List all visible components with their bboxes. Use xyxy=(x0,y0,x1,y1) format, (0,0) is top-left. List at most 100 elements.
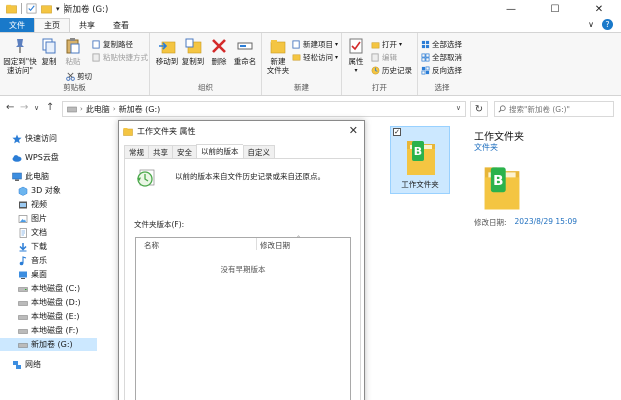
select-all-button[interactable]: 全部选择 xyxy=(421,39,462,50)
paste-label: 粘贴 xyxy=(65,57,81,66)
dialog-tab-security[interactable]: 安全 xyxy=(172,145,196,159)
rename-label: 重命名 xyxy=(233,57,257,66)
recent-locations-button[interactable]: ∨ xyxy=(34,104,39,112)
history-button[interactable]: 历史记录 xyxy=(371,65,412,76)
invert-selection-label: 反向选择 xyxy=(432,66,462,75)
sidebar-item-label: 此电脑 xyxy=(25,172,49,181)
maximize-button[interactable]: ☐ xyxy=(533,0,577,18)
quick-access-toolbar: ▾ xyxy=(6,3,65,14)
versions-list[interactable]: 名称 ⌃ 修改日期 没有早期版本 xyxy=(135,235,351,400)
properties-check-icon[interactable] xyxy=(26,3,37,14)
up-button[interactable]: ↑ xyxy=(46,102,54,113)
column-header-name[interactable]: 名称 xyxy=(144,240,159,251)
folder-app-icon[interactable] xyxy=(6,3,17,14)
invert-selection-button[interactable]: 反向选择 xyxy=(421,65,462,76)
close-button[interactable]: ✕ xyxy=(577,0,621,18)
sidebar-item-network[interactable]: 网络 xyxy=(12,358,109,371)
tab-view[interactable]: 查看 xyxy=(104,18,138,32)
copy-button[interactable]: 复制 xyxy=(38,37,60,66)
item-checkbox[interactable]: ✓ xyxy=(393,128,401,136)
edit-button[interactable]: 编辑 xyxy=(371,52,397,63)
edit-label: 编辑 xyxy=(382,53,397,62)
sidebar-item-quick-access[interactable]: 快速访问 xyxy=(12,132,109,145)
sidebar-item-label: 本地磁盘 (F:) xyxy=(31,326,79,335)
details-modified-value: 2023/8/29 15:09 xyxy=(514,217,577,226)
paste-button[interactable]: 粘贴 xyxy=(62,37,84,66)
properties-button[interactable]: 属性 ▾ xyxy=(345,37,367,75)
sidebar-item-drive-d[interactable]: 本地磁盘 (D:) xyxy=(18,296,115,309)
sidebar-item-drive-g[interactable]: 新加卷 (G:) xyxy=(0,338,97,351)
back-button[interactable]: ← xyxy=(6,102,14,113)
sidebar-item-drive-f[interactable]: 本地磁盘 (F:) xyxy=(18,324,115,337)
window-title: 新加卷 (G:) xyxy=(64,5,109,15)
new-item-button[interactable]: 新建项目 ▾ xyxy=(292,39,338,50)
refresh-button[interactable]: ↻ xyxy=(470,101,488,117)
music-note-icon xyxy=(19,255,27,265)
clipboard-group: 固定到"快 速访问" 复制 粘贴 复制路径 粘贴快捷方式 剪切 剪贴板 xyxy=(0,33,150,95)
column-header-modified[interactable]: 修改日期 xyxy=(260,240,290,251)
quick-access-dropdown-icon[interactable]: ▾ xyxy=(56,5,60,13)
dialog-tab-customize[interactable]: 自定义 xyxy=(242,145,275,159)
folder-item[interactable]: ✓ B 工作文件夹 xyxy=(390,126,450,194)
properties-label: 属性 xyxy=(348,57,364,66)
help-icon[interactable]: ? xyxy=(602,19,613,30)
breadcrumb-drive-g[interactable]: 新加卷 (G:) xyxy=(119,104,161,115)
dialog-tab-sharing[interactable]: 共享 xyxy=(148,145,172,159)
sidebar-item-label: 快速访问 xyxy=(25,134,57,143)
sidebar-item-label: 本地磁盘 (C:) xyxy=(31,284,81,293)
sidebar-item-this-pc[interactable]: 此电脑 xyxy=(12,170,109,183)
open-button[interactable]: 打开 ▾ xyxy=(371,39,402,50)
move-to-button[interactable]: 移动到 xyxy=(154,37,180,66)
sidebar-item-desktop[interactable]: 桌面 xyxy=(18,268,115,281)
folder-versions-label: 文件夹版本(F): xyxy=(134,220,185,229)
address-dropdown-icon[interactable]: ∨ xyxy=(456,104,461,112)
tab-home[interactable]: 主页 xyxy=(34,18,70,32)
paste-icon xyxy=(66,38,80,54)
search-box[interactable] xyxy=(494,101,614,117)
sidebar-item-videos[interactable]: 视频 xyxy=(18,198,115,211)
select-none-label: 全部取消 xyxy=(432,53,462,62)
dialog-close-button[interactable]: ✕ xyxy=(349,124,358,137)
copy-path-button[interactable]: 复制路径 xyxy=(92,39,133,50)
tab-file[interactable]: 文件 xyxy=(0,18,34,32)
move-to-label: 移动到 xyxy=(155,57,179,66)
search-input[interactable] xyxy=(509,104,609,115)
sort-caret-icon: ⌃ xyxy=(296,235,302,242)
sidebar-item-drive-c[interactable]: 本地磁盘 (C:) xyxy=(18,282,115,295)
sidebar-item-downloads[interactable]: 下载 xyxy=(18,240,115,253)
organize-group: 移动到 复制到 删除 重命名 组织 xyxy=(150,33,262,95)
cut-label: 剪切 xyxy=(77,72,92,81)
copy-path-label: 复制路径 xyxy=(103,40,133,49)
pin-quick-access-button[interactable]: 固定到"快 速访问" xyxy=(3,37,37,75)
column-divider xyxy=(256,238,257,250)
forward-button[interactable]: → xyxy=(20,102,28,113)
toolbar-separator xyxy=(21,3,22,14)
dialog-tab-general[interactable]: 常规 xyxy=(124,145,148,159)
new-folder-button[interactable]: 新建 文件夹 xyxy=(264,37,292,75)
cut-button[interactable]: 剪切 xyxy=(66,71,92,82)
dialog-tab-previous-versions[interactable]: 以前的版本 xyxy=(196,144,243,159)
address-bar[interactable]: › 此电脑 › 新加卷 (G:) ∨ xyxy=(62,101,466,117)
sidebar-item-pictures[interactable]: 图片 xyxy=(18,212,115,225)
minimize-button[interactable]: — xyxy=(489,0,533,18)
copy-to-button[interactable]: 复制到 xyxy=(180,37,206,66)
new-folder-icon[interactable] xyxy=(41,3,52,14)
breadcrumb-this-pc[interactable]: 此电脑 xyxy=(86,104,110,115)
tab-share[interactable]: 共享 xyxy=(70,18,104,32)
paste-shortcut-button[interactable]: 粘贴快捷方式 xyxy=(92,52,148,63)
delete-button[interactable]: 删除 xyxy=(208,37,230,66)
ribbon-collapse-chevron-icon[interactable]: ∨ xyxy=(588,20,594,29)
open-group-label: 打开 xyxy=(372,83,387,92)
sidebar-item-3d-objects[interactable]: 3D 对象 xyxy=(18,184,115,197)
easy-access-label: 轻松访问 xyxy=(303,53,333,62)
delete-x-icon xyxy=(212,39,226,53)
sidebar-item-documents[interactable]: 文档 xyxy=(18,226,115,239)
select-none-button[interactable]: 全部取消 xyxy=(421,52,462,63)
sidebar-item-wps-cloud[interactable]: WPS云盘 xyxy=(12,151,109,164)
rename-button[interactable]: 重命名 xyxy=(232,37,258,66)
details-modified-row: 修改日期: 2023/8/29 15:09 xyxy=(474,217,577,228)
sidebar-item-music[interactable]: 音乐 xyxy=(18,254,115,267)
sidebar-item-drive-e[interactable]: 本地磁盘 (E:) xyxy=(18,310,115,323)
easy-access-button[interactable]: 轻松访问 ▾ xyxy=(292,52,338,63)
desktop-icon xyxy=(19,271,27,279)
